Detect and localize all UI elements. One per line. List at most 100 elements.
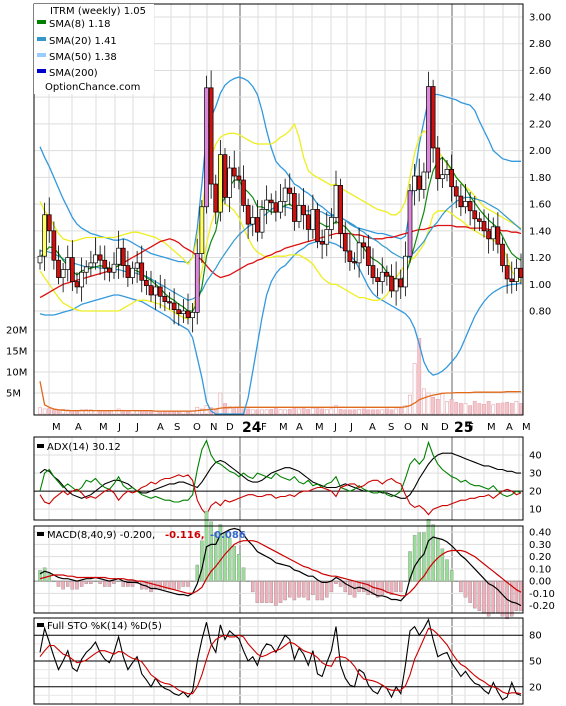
volume-bar [500, 402, 505, 415]
volume-tick-label: 10M [6, 368, 27, 379]
candle-body [250, 217, 256, 225]
candle-body [56, 259, 61, 278]
legend-swatch-sma20 [37, 37, 46, 41]
candle-body [361, 242, 367, 248]
volume-bar [440, 392, 445, 415]
volume-bar [297, 408, 301, 415]
candle-body [333, 185, 339, 218]
macd-histogram-bar [61, 580, 65, 590]
macd-tick-label: 0.20 [529, 552, 551, 563]
volume-tick-label: 15M [6, 347, 27, 358]
candle-body [153, 286, 158, 296]
macd-histogram-bar [89, 580, 93, 584]
volume-bar [458, 403, 463, 415]
candle-body [315, 209, 320, 242]
macd-tick-label: -0.20 [529, 601, 555, 612]
volume-bar [472, 401, 477, 415]
candle-body [222, 154, 228, 198]
legend-swatch-sma50 [37, 53, 46, 57]
candle-body [268, 199, 274, 204]
volume-bar [135, 410, 140, 415]
candle-body [74, 281, 80, 288]
volume-bar [491, 404, 496, 415]
candle-body [51, 230, 57, 261]
macd-histogram-bar [264, 580, 269, 603]
x-tick-label: O [193, 422, 201, 433]
macd-histogram-bar [278, 580, 283, 603]
candle-body [352, 261, 357, 264]
macd-histogram-bar [75, 580, 79, 590]
y-tick-label: 2.80 [529, 39, 551, 50]
candle-body [398, 278, 404, 288]
candle-body [292, 193, 297, 222]
sto-tick-label: 80 [529, 631, 542, 642]
volume-bar [246, 408, 251, 415]
volume-bar [454, 401, 459, 415]
volume-tick-label: 20M [6, 326, 27, 337]
macd-histogram-bar [468, 580, 472, 603]
x-tick-label: J [135, 422, 139, 433]
x-tick-label: M [315, 422, 324, 433]
candle-body [500, 243, 505, 266]
macd-histogram-bar [181, 580, 186, 587]
y-tick-label: 1.20 [529, 253, 551, 264]
volume-bar [255, 409, 260, 415]
macd-histogram-bar [52, 580, 56, 582]
candle-body [130, 267, 135, 278]
legend-sma20: SMA(20) 1.41 [49, 36, 117, 47]
adx-tick-label: 30 [529, 469, 542, 480]
macd-histogram-bar [232, 545, 236, 582]
macd-value-red: -0.116, [165, 530, 205, 541]
volume-bar [320, 408, 325, 415]
y-tick-label: 2.20 [529, 119, 551, 130]
volume-bar [236, 407, 241, 415]
macd-histogram-bar [459, 580, 463, 593]
candle-body [116, 247, 121, 265]
candle-body [199, 206, 205, 254]
volume-bar [394, 408, 399, 415]
volume-bar [347, 409, 352, 415]
candle-body [453, 186, 459, 197]
macd-histogram-bar [329, 580, 334, 593]
macd-histogram-bar [172, 580, 176, 590]
candle-body [467, 201, 473, 212]
volume-bar [486, 401, 491, 415]
volume-bar [357, 409, 362, 415]
candle-body [185, 310, 191, 319]
candle-body [412, 175, 417, 192]
x-tick-label: F [468, 422, 474, 433]
volume-bar [301, 408, 306, 415]
macd-histogram-bar [472, 580, 477, 609]
candle-body [107, 267, 112, 273]
volume-bar [269, 409, 274, 415]
macd-histogram-bar [176, 580, 181, 590]
sto-tick-label: 50 [529, 657, 542, 668]
y-tick-label: 2.60 [529, 66, 551, 77]
candle-body [305, 214, 311, 230]
x-tick-label: J [333, 422, 337, 433]
candle-body [97, 254, 103, 261]
volume-bar [495, 403, 500, 415]
volume-bar [449, 398, 454, 415]
volume-bar [338, 409, 343, 415]
macd-histogram-bar [66, 580, 70, 587]
volume-bar [51, 409, 56, 415]
macd-histogram-bar [237, 554, 241, 582]
candle-body [393, 278, 399, 292]
candle-body [435, 147, 441, 180]
candle-body [245, 205, 251, 225]
candle-body [171, 302, 177, 311]
volume-bar [153, 411, 158, 415]
volume-bar [371, 409, 375, 415]
macd-histogram-bar [186, 580, 190, 587]
macd-histogram-bar [103, 580, 107, 587]
candle-body [287, 187, 293, 194]
candle-body [495, 226, 501, 245]
candle-body [65, 257, 71, 270]
macd-histogram-bar [412, 535, 417, 582]
macd-histogram-bar [463, 580, 468, 598]
volume-bar [398, 408, 403, 415]
macd-histogram-bar [246, 580, 250, 582]
candle-body [181, 310, 186, 315]
legend-sma50: SMA(50) 1.38 [49, 52, 117, 63]
